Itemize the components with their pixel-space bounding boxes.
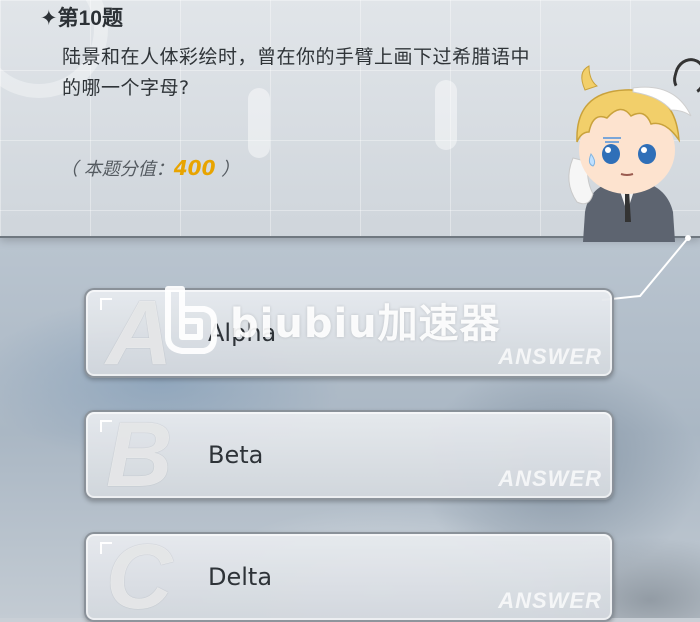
answer-label: Alpha (208, 319, 277, 347)
question-text: 陆景和在人体彩绘时，曾在你的手臂上画下过希腊语中的哪一个字母? (62, 46, 531, 99)
answer-watermark: ANSWER (498, 344, 602, 369)
score-close: ） (215, 159, 240, 180)
answer-option-a[interactable]: A Alpha ANSWER (84, 288, 614, 378)
question-number: ✦第10题 (40, 7, 123, 30)
answer-watermark: ANSWER (498, 466, 602, 491)
answer-letter: B (106, 410, 173, 500)
answer-label: Delta (208, 563, 273, 591)
answer-watermark: ANSWER (498, 588, 602, 613)
question-score: （ 本题分值：400 ） (60, 155, 239, 181)
answer-letter: C (106, 532, 173, 622)
connector-line (601, 235, 691, 301)
score-value: 400 (173, 156, 216, 180)
answer-label: Beta (208, 441, 264, 469)
answer-option-b[interactable]: B Beta ANSWER (84, 410, 614, 500)
answer-letter: A (106, 288, 173, 378)
answer-option-c[interactable]: C Delta ANSWER (84, 532, 614, 622)
score-label: （ 本题分值： (60, 159, 174, 180)
